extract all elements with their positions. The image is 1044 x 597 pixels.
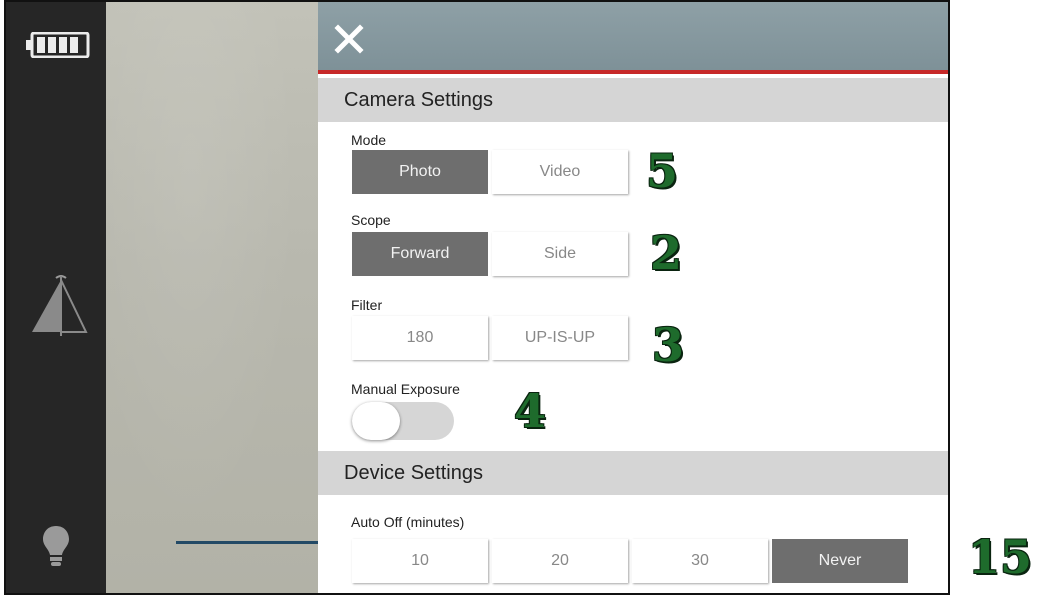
app-window: Camera Settings Mode Photo Video Scope F… [4,0,950,595]
annotation-auto-off-count: 15 [968,530,1033,584]
scope-side-button[interactable]: Side [492,232,628,276]
mode-video-button[interactable]: Video [492,150,628,194]
auto-off-20-button[interactable]: 20 [492,539,628,583]
settings-panel: Camera Settings Mode Photo Video Scope F… [318,2,948,593]
mode-photo-button[interactable]: Photo [352,150,488,194]
battery-icon [26,32,90,58]
close-icon[interactable] [334,24,364,54]
camera-preview [106,2,318,593]
auto-off-10-button[interactable]: 10 [352,539,488,583]
filter-180-button[interactable]: 180 [352,316,488,360]
auto-off-never-button[interactable]: Never [772,539,908,583]
toggle-knob [352,402,400,440]
preview-indicator-line [176,541,318,544]
level-icon[interactable] [28,272,90,340]
manual-exposure-toggle[interactable] [352,402,454,440]
annotation-filter-count: 3 [652,318,685,372]
panel-top-bar [318,2,948,74]
filter-up-is-up-button[interactable]: UP-IS-UP [492,316,628,360]
annotation-mode-count: 5 [646,144,679,198]
manual-exposure-label: Manual Exposure [351,381,460,397]
annotation-scope-count: 2 [650,226,683,280]
device-settings-header: Device Settings [318,451,948,495]
scope-forward-button[interactable]: Forward [352,232,488,276]
bulb-icon[interactable] [42,524,70,570]
auto-off-label: Auto Off (minutes) [351,514,465,530]
auto-off-30-button[interactable]: 30 [632,539,768,583]
scope-label: Scope [351,212,391,228]
mode-label: Mode [351,132,387,148]
left-rail [6,2,106,593]
filter-label: Filter [351,297,383,313]
camera-settings-header: Camera Settings [318,78,948,122]
annotation-exposure-count: 4 [514,384,547,438]
